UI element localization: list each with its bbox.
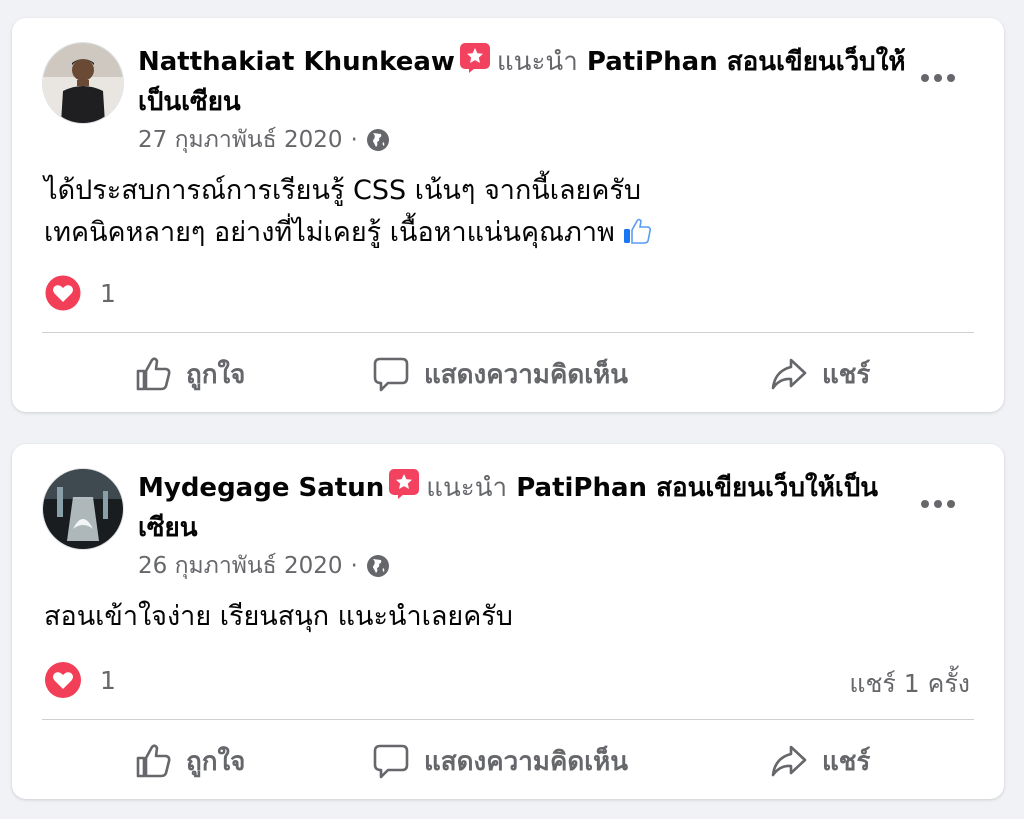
author-name[interactable]: Natthakiat Khunkeaw [138,47,455,77]
page-name-continued[interactable]: เซียน [138,513,198,543]
post-body: สอนเข้าใจง่าย เรียนสนุก แนะนำเลยครับ [44,596,974,638]
reaction-count: 1 [100,278,116,308]
post-header: Natthakiat Khunkeaw แนะนำ PatiPhan สอนเขี… [138,42,908,122]
page-name-continued[interactable]: เป็นเซียน [138,87,241,117]
author-name[interactable]: Mydegage Satun [138,473,384,503]
recommends-text: แนะนำ [496,47,578,77]
post-body-line: เทคนิคหลายๆ อย่างที่ไม่เคยรู้ เนื้อหาแน่… [44,212,974,254]
comment-icon [373,357,409,392]
reaction-summary[interactable]: 1 [44,274,116,312]
like-label: ถูกใจ [186,746,246,777]
comment-button[interactable]: แสดงความคิดเห็น [372,731,628,791]
post-body-line-text: เทคนิคหลายๆ อย่างที่ไม่เคยรู้ เนื้อหาแน่… [44,217,615,248]
share-label: แชร์ [822,359,871,390]
like-button[interactable]: ถูกใจ [134,344,245,404]
heart-reaction-icon [45,662,81,698]
more-icon[interactable] [918,68,958,88]
comment-label: แสดงความคิดเห็น [424,746,629,777]
recommends-text: แนะนำ [426,473,508,503]
review-card: Mydegage Satun แนะนำ PatiPhan สอนเขียนเว็… [12,444,1004,799]
share-label: แชร์ [822,746,871,777]
share-count[interactable]: แชร์ 1 ครั้ง [849,664,970,704]
post-meta: 27 กุมภาพันธ์ 2020 · [138,124,390,156]
share-icon [771,745,807,777]
author-avatar[interactable] [42,42,124,124]
page-name[interactable]: PatiPhan สอนเขียนเว็บให้ [587,47,906,77]
globe-icon [366,129,389,151]
comment-icon [373,744,409,779]
reaction-count: 1 [100,665,116,695]
recommend-star-icon [459,42,491,74]
post-body-line: ได้ประสบการณ์การเรียนรู้ CSS เน้นๆ จากนี… [44,175,642,206]
more-icon[interactable] [918,494,958,514]
post-body-line: สอนเข้าใจง่าย เรียนสนุก แนะนำเลยครับ [44,601,513,632]
globe-icon [366,555,389,577]
recommend-star-icon [388,468,420,500]
comment-label: แสดงความคิดเห็น [424,359,629,390]
like-icon [136,357,171,391]
post-date[interactable]: 27 กุมภาพันธ์ 2020 [138,124,343,156]
post-body: ได้ประสบการณ์การเรียนรู้ CSS เน้นๆ จากนี… [44,170,974,254]
like-button[interactable]: ถูกใจ [134,731,245,791]
share-button[interactable]: แชร์ [770,344,870,404]
divider [42,332,974,333]
reaction-summary[interactable]: 1 [44,661,116,699]
separator-dot: · [350,127,358,153]
post-date[interactable]: 26 กุมภาพันธ์ 2020 [138,550,343,582]
share-button[interactable]: แชร์ [770,731,870,791]
thumbs-up-emoji-icon [621,215,653,247]
separator-dot: · [350,553,358,579]
heart-reaction-icon [44,274,82,312]
share-icon [771,358,807,390]
post-header: Mydegage Satun แนะนำ PatiPhan สอนเขียนเว็… [138,468,908,548]
action-bar: ถูกใจ แสดงความคิดเห็น แชร์ [12,731,1004,791]
action-bar: ถูกใจ แสดงความคิดเห็น แชร์ [12,344,1004,404]
like-icon [136,744,171,778]
comment-button[interactable]: แสดงความคิดเห็น [372,344,628,404]
post-meta: 26 กุมภาพันธ์ 2020 · [138,550,390,582]
like-label: ถูกใจ [186,359,246,390]
divider [42,719,974,720]
author-avatar[interactable] [42,468,124,550]
page-name[interactable]: PatiPhan สอนเขียนเว็บให้เป็น [516,473,878,503]
review-card: Natthakiat Khunkeaw แนะนำ PatiPhan สอนเขี… [12,18,1004,412]
